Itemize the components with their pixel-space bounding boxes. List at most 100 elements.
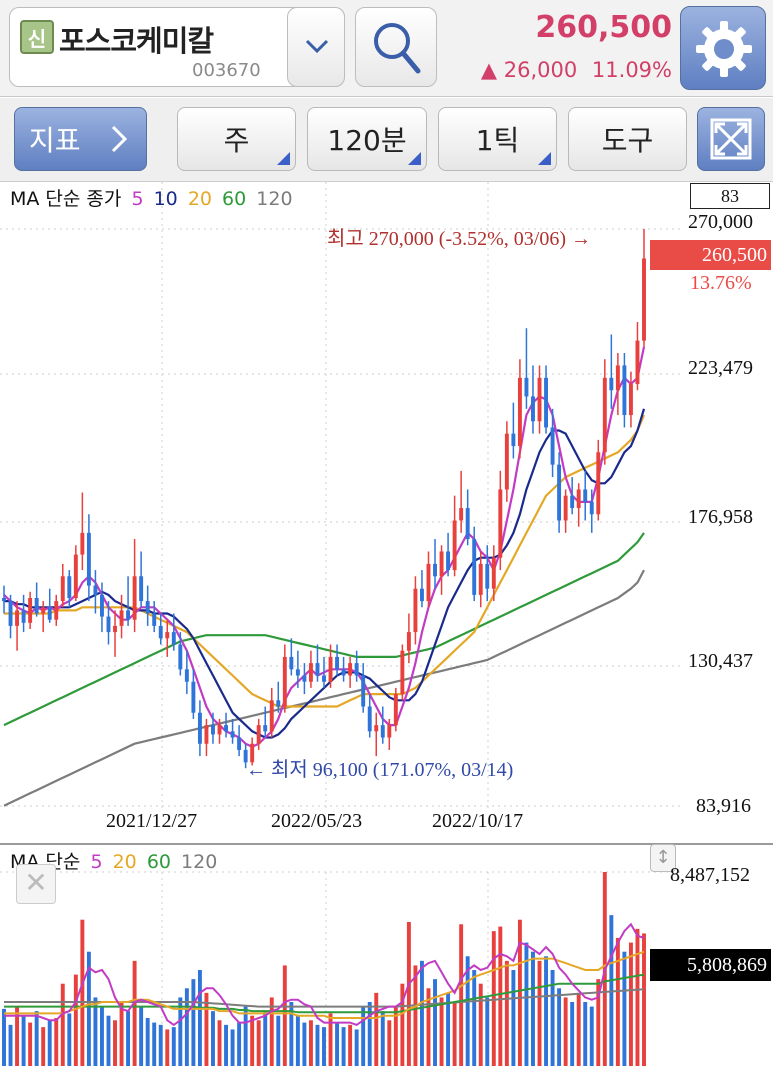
candle-body xyxy=(119,610,124,626)
volume-bar xyxy=(622,951,627,1066)
y-tick-label: 176,958 xyxy=(688,506,753,528)
tick-label: 1틱 xyxy=(475,124,520,157)
volume-bar xyxy=(230,1029,235,1066)
candle-body xyxy=(132,576,137,620)
volume-bar xyxy=(191,979,196,1066)
candle-body xyxy=(276,700,281,707)
stock-name: 포스코케미칼 xyxy=(59,24,214,58)
volume-bar xyxy=(354,1029,359,1066)
candle-body xyxy=(517,377,522,447)
candle-body xyxy=(380,725,385,738)
candle-body xyxy=(178,644,183,670)
volume-bar xyxy=(642,933,646,1066)
period-selector[interactable]: 주 xyxy=(177,107,296,171)
last-price-flag: 260,500 xyxy=(650,240,771,270)
candle-body xyxy=(400,650,405,695)
candle-body xyxy=(315,663,320,676)
legend-ma-period: 20 xyxy=(187,188,212,210)
interval-selector[interactable]: 120분 xyxy=(307,107,427,171)
candle-body xyxy=(420,588,424,602)
volume-bar xyxy=(635,928,640,1066)
candle-body xyxy=(106,616,111,633)
candle-body xyxy=(34,597,39,614)
tick-selector[interactable]: 1틱 xyxy=(438,107,557,171)
volume-bar xyxy=(374,992,379,1066)
candle-body xyxy=(596,452,601,515)
candle-body xyxy=(256,725,261,744)
y-tick-label: 270,000 xyxy=(688,211,753,233)
volume-bar xyxy=(263,1011,268,1066)
chart-area[interactable]: MA 단순 종가 5 10 20 60 120 83 270,000 223,4… xyxy=(0,182,773,1066)
candle-body xyxy=(459,508,464,521)
y-tick-label: 83,916 xyxy=(696,795,751,817)
volume-bar xyxy=(28,1022,33,1066)
volume-bar xyxy=(576,992,581,1066)
volume-bar xyxy=(34,1011,39,1066)
candle-body xyxy=(387,725,392,738)
price-ma60-line xyxy=(3,532,645,727)
volume-tick-label: 8,487,152 xyxy=(670,864,750,886)
candle-body xyxy=(237,737,242,750)
volume-bar xyxy=(282,965,287,1066)
volume-bar xyxy=(171,1027,176,1066)
candle-body xyxy=(576,489,581,509)
stock-dropdown-button[interactable] xyxy=(287,7,345,87)
interval-label: 120분 xyxy=(327,124,407,157)
stock-header: 신 포스코케미칼 003670 260,500 ▲ 26,000 11.09% xyxy=(0,0,773,97)
candle-body xyxy=(531,396,535,422)
legend-ma-period: 60 xyxy=(146,851,171,873)
price-change: ▲ 26,000 11.09% xyxy=(440,58,672,82)
volume-bar xyxy=(583,1001,588,1066)
last-volume-flag: 5,808,869 xyxy=(650,949,771,981)
candle-body xyxy=(348,663,353,676)
candle-body xyxy=(413,588,418,633)
candle-body xyxy=(367,706,372,732)
candle-body xyxy=(145,601,150,614)
stock-chart[interactable] xyxy=(0,182,773,1066)
expand-button[interactable] xyxy=(697,107,765,171)
volume-bar xyxy=(21,1015,26,1066)
candle-body xyxy=(485,563,490,589)
candle-body xyxy=(100,594,104,617)
candle-body xyxy=(465,508,470,540)
volume-bar xyxy=(452,1001,457,1066)
candle-body xyxy=(583,489,588,502)
candle-body xyxy=(21,610,26,623)
volume-bar xyxy=(315,1024,320,1066)
volume-bar xyxy=(491,931,496,1066)
candle-body xyxy=(15,610,20,626)
candle-body xyxy=(478,563,483,595)
tools-button[interactable]: 도구 xyxy=(568,107,687,171)
new-listing-badge: 신 xyxy=(20,20,54,54)
expand-icon xyxy=(710,118,752,160)
candle-body xyxy=(426,563,431,602)
search-button[interactable] xyxy=(355,7,437,87)
candle-body xyxy=(504,433,509,490)
candle-body xyxy=(446,551,451,571)
settings-button[interactable] xyxy=(680,6,766,90)
candle-body xyxy=(211,725,215,735)
candle-body xyxy=(615,365,620,391)
volume-bar xyxy=(217,1020,222,1066)
candle-body xyxy=(191,681,196,713)
volume-bar xyxy=(106,1015,111,1066)
indicator-label: 지표 xyxy=(29,124,81,157)
volume-bar xyxy=(119,1001,124,1066)
volume-bar xyxy=(113,1020,117,1066)
indicator-button[interactable]: 지표 xyxy=(14,107,147,171)
volume-bar xyxy=(380,1011,385,1066)
volume-bar xyxy=(8,1024,13,1066)
volume-bar xyxy=(80,919,85,1066)
candle-body xyxy=(60,576,65,602)
volume-bar xyxy=(145,1017,150,1066)
volume-bar xyxy=(41,1027,46,1066)
candle-body xyxy=(302,675,307,682)
change-amount: ▲ 26,000 xyxy=(480,58,578,82)
volume-bar xyxy=(308,1020,313,1066)
volume-bar xyxy=(563,997,568,1066)
close-icon[interactable]: ✕ xyxy=(16,864,56,904)
volume-bar xyxy=(132,960,137,1066)
candle-body xyxy=(354,663,359,676)
candle-body xyxy=(602,377,607,453)
x-tick-label: 2021/12/27 xyxy=(106,810,198,832)
